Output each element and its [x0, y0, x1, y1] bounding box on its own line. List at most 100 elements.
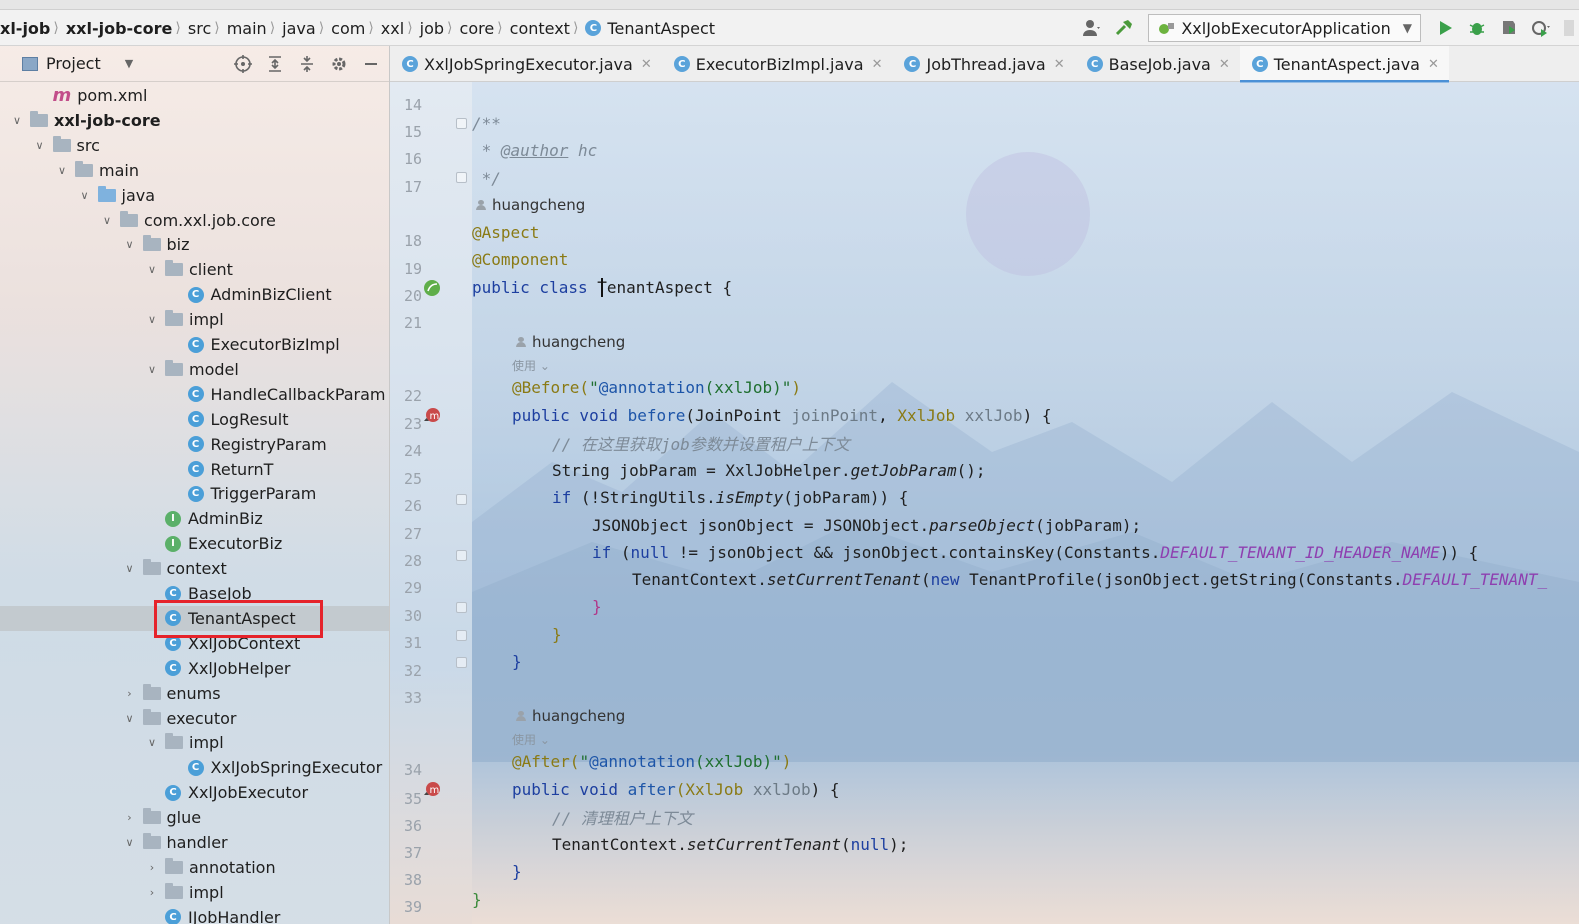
tree-item-ijobhandler[interactable]: C IJobHandler [0, 905, 389, 924]
chevron-down-icon[interactable]: ∨ [123, 238, 137, 251]
more-icon[interactable] [1562, 17, 1574, 39]
tree-item-xxljobexecutor[interactable]: C XxlJobExecutor [0, 780, 389, 805]
chevron-right-icon[interactable]: › [145, 861, 159, 874]
gear-icon[interactable] [330, 55, 348, 73]
breadcrumb-item[interactable]: C TenantAspect [585, 19, 715, 38]
coverage-icon[interactable] [1498, 17, 1520, 39]
chevron-right-icon[interactable]: › [123, 811, 137, 824]
author-hint-1[interactable]: huangcheng [476, 196, 585, 214]
tree-item-pom-xml[interactable]: m pom.xml [0, 83, 389, 108]
tree-item-handlecallbackparam[interactable]: C HandleCallbackParam [0, 382, 389, 407]
tree-item-src[interactable]: ∨ src [0, 133, 389, 158]
chevron-down-icon[interactable]: ∨ [55, 164, 69, 177]
line-number: 18 [403, 232, 422, 250]
fold-marker-icon[interactable] [456, 630, 467, 641]
debug-icon[interactable] [1466, 17, 1488, 39]
tree-item-com-xxl-job-core[interactable]: ∨ com.xxl.job.core [0, 208, 389, 233]
tree-item-main[interactable]: ∨ main [0, 158, 389, 183]
tab-xxljobspringexecutor-java[interactable]: C XxlJobSpringExecutor.java ✕ [390, 46, 662, 82]
usages-hint[interactable]: 使用 ⌄ [512, 731, 550, 748]
tab-jobthread-java[interactable]: C JobThread.java ✕ [892, 46, 1074, 82]
advice-gutter-icon[interactable]: m [422, 406, 442, 426]
fold-marker-icon[interactable] [456, 118, 467, 129]
breadcrumb-item[interactable]: core [460, 19, 495, 38]
close-icon[interactable]: ✕ [1054, 57, 1065, 72]
chevron-down-icon[interactable]: ∨ [123, 712, 137, 725]
chevron-down-icon[interactable]: ∨ [145, 263, 159, 276]
tree-item-context[interactable]: ∨ context [0, 556, 389, 581]
tree-item-returnt[interactable]: C ReturnT [0, 457, 389, 482]
breadcrumb-item[interactable]: xxl-job-core [66, 19, 173, 38]
tree-item-biz[interactable]: ∨ biz [0, 232, 389, 257]
fold-marker-icon[interactable] [456, 602, 467, 613]
run-icon[interactable] [1434, 17, 1456, 39]
tree-item-logresult[interactable]: C LogResult [0, 407, 389, 432]
tab-executorbizimpl-java[interactable]: C ExecutorBizImpl.java ✕ [662, 46, 893, 82]
tree-item-executorbiz[interactable]: I ExecutorBiz [0, 531, 389, 556]
breadcrumb-item[interactable]: xl-job [0, 19, 50, 38]
chevron-down-icon[interactable]: ∨ [145, 363, 159, 376]
run-configuration-select[interactable]: XxlJobExecutorApplication ▼ [1148, 14, 1421, 42]
breadcrumb-item[interactable]: main [227, 19, 267, 38]
author-hint-3[interactable]: huangcheng [516, 707, 625, 725]
breadcrumb-item[interactable]: com [331, 19, 365, 38]
chevron-down-icon[interactable]: ∨ [123, 562, 137, 575]
project-view-selector[interactable]: Project ▼ [22, 54, 133, 73]
fold-marker-icon[interactable] [456, 172, 467, 183]
tab-tenantaspect-java[interactable]: C TenantAspect.java ✕ [1239, 46, 1450, 83]
user-icon[interactable] [1081, 17, 1103, 39]
profile-icon[interactable] [1530, 17, 1552, 39]
close-icon[interactable]: ✕ [1219, 57, 1230, 72]
tree-item-impl[interactable]: ∨ impl [0, 730, 389, 755]
locate-file-icon[interactable] [234, 55, 252, 73]
breadcrumb-item[interactable]: xxl [381, 19, 404, 38]
fold-marker-icon[interactable] [456, 657, 467, 668]
tree-item-xxl-job-core[interactable]: ∨ xxl-job-core [0, 108, 389, 133]
advice-gutter-icon[interactable]: m [422, 780, 442, 800]
chevron-down-icon[interactable]: ∨ [33, 139, 47, 152]
chevron-right-icon[interactable]: › [123, 687, 137, 700]
tree-item-java[interactable]: ∨ java [0, 183, 389, 208]
tree-item-adminbiz[interactable]: I AdminBiz [0, 506, 389, 531]
build-hammer-icon[interactable] [1113, 17, 1135, 39]
close-icon[interactable]: ✕ [872, 57, 883, 72]
author-hint-2[interactable]: huangcheng [516, 333, 625, 351]
breadcrumb-item[interactable]: java [282, 19, 316, 38]
fold-marker-icon[interactable] [456, 550, 467, 561]
tree-item-xxljobhelper[interactable]: C XxlJobHelper [0, 656, 389, 681]
tree-item-enums[interactable]: › enums [0, 681, 389, 706]
tree-item-handler[interactable]: ∨ handler [0, 830, 389, 855]
tree-item-adminbizclient[interactable]: C AdminBizClient [0, 282, 389, 307]
tree-item-xxljobspringexecutor[interactable]: C XxlJobSpringExecutor [0, 755, 389, 780]
expand-all-icon[interactable] [266, 55, 284, 73]
chevron-down-icon[interactable]: ∨ [145, 313, 159, 326]
tree-item-impl[interactable]: › impl [0, 880, 389, 905]
tree-item-executorbizimpl[interactable]: C ExecutorBizImpl [0, 332, 389, 357]
close-icon[interactable]: ✕ [641, 57, 652, 72]
chevron-right-icon[interactable]: › [145, 886, 159, 899]
usages-hint[interactable]: 使用 ⌄ [512, 357, 550, 374]
tree-item-glue[interactable]: › glue [0, 805, 389, 830]
tree-item-client[interactable]: ∨ client [0, 257, 389, 282]
chevron-down-icon[interactable]: ∨ [78, 189, 92, 202]
fold-marker-icon[interactable] [456, 494, 467, 505]
chevron-down-icon[interactable]: ∨ [100, 214, 114, 227]
tree-item-model[interactable]: ∨ model [0, 357, 389, 382]
chevron-down-icon[interactable]: ∨ [10, 114, 24, 127]
breadcrumb-item[interactable]: src [188, 19, 211, 38]
bean-gutter-icon[interactable] [422, 278, 442, 298]
breadcrumb-item[interactable]: context [510, 19, 570, 38]
hide-panel-icon[interactable] [362, 55, 380, 73]
code-editor[interactable]: /** * @author hc */ huangcheng @Aspect @… [472, 82, 1579, 924]
tab-basejob-java[interactable]: C BaseJob.java ✕ [1075, 46, 1240, 82]
collapse-all-icon[interactable] [298, 55, 316, 73]
chevron-down-icon[interactable]: ∨ [145, 736, 159, 749]
tree-item-executor[interactable]: ∨ executor [0, 706, 389, 731]
tree-item-annotation[interactable]: › annotation [0, 855, 389, 880]
tree-item-registryparam[interactable]: C RegistryParam [0, 432, 389, 457]
tree-item-impl[interactable]: ∨ impl [0, 307, 389, 332]
breadcrumb-item[interactable]: job [420, 19, 444, 38]
chevron-down-icon[interactable]: ∨ [123, 836, 137, 849]
close-icon[interactable]: ✕ [1428, 57, 1439, 72]
tree-item-triggerparam[interactable]: C TriggerParam [0, 481, 389, 506]
